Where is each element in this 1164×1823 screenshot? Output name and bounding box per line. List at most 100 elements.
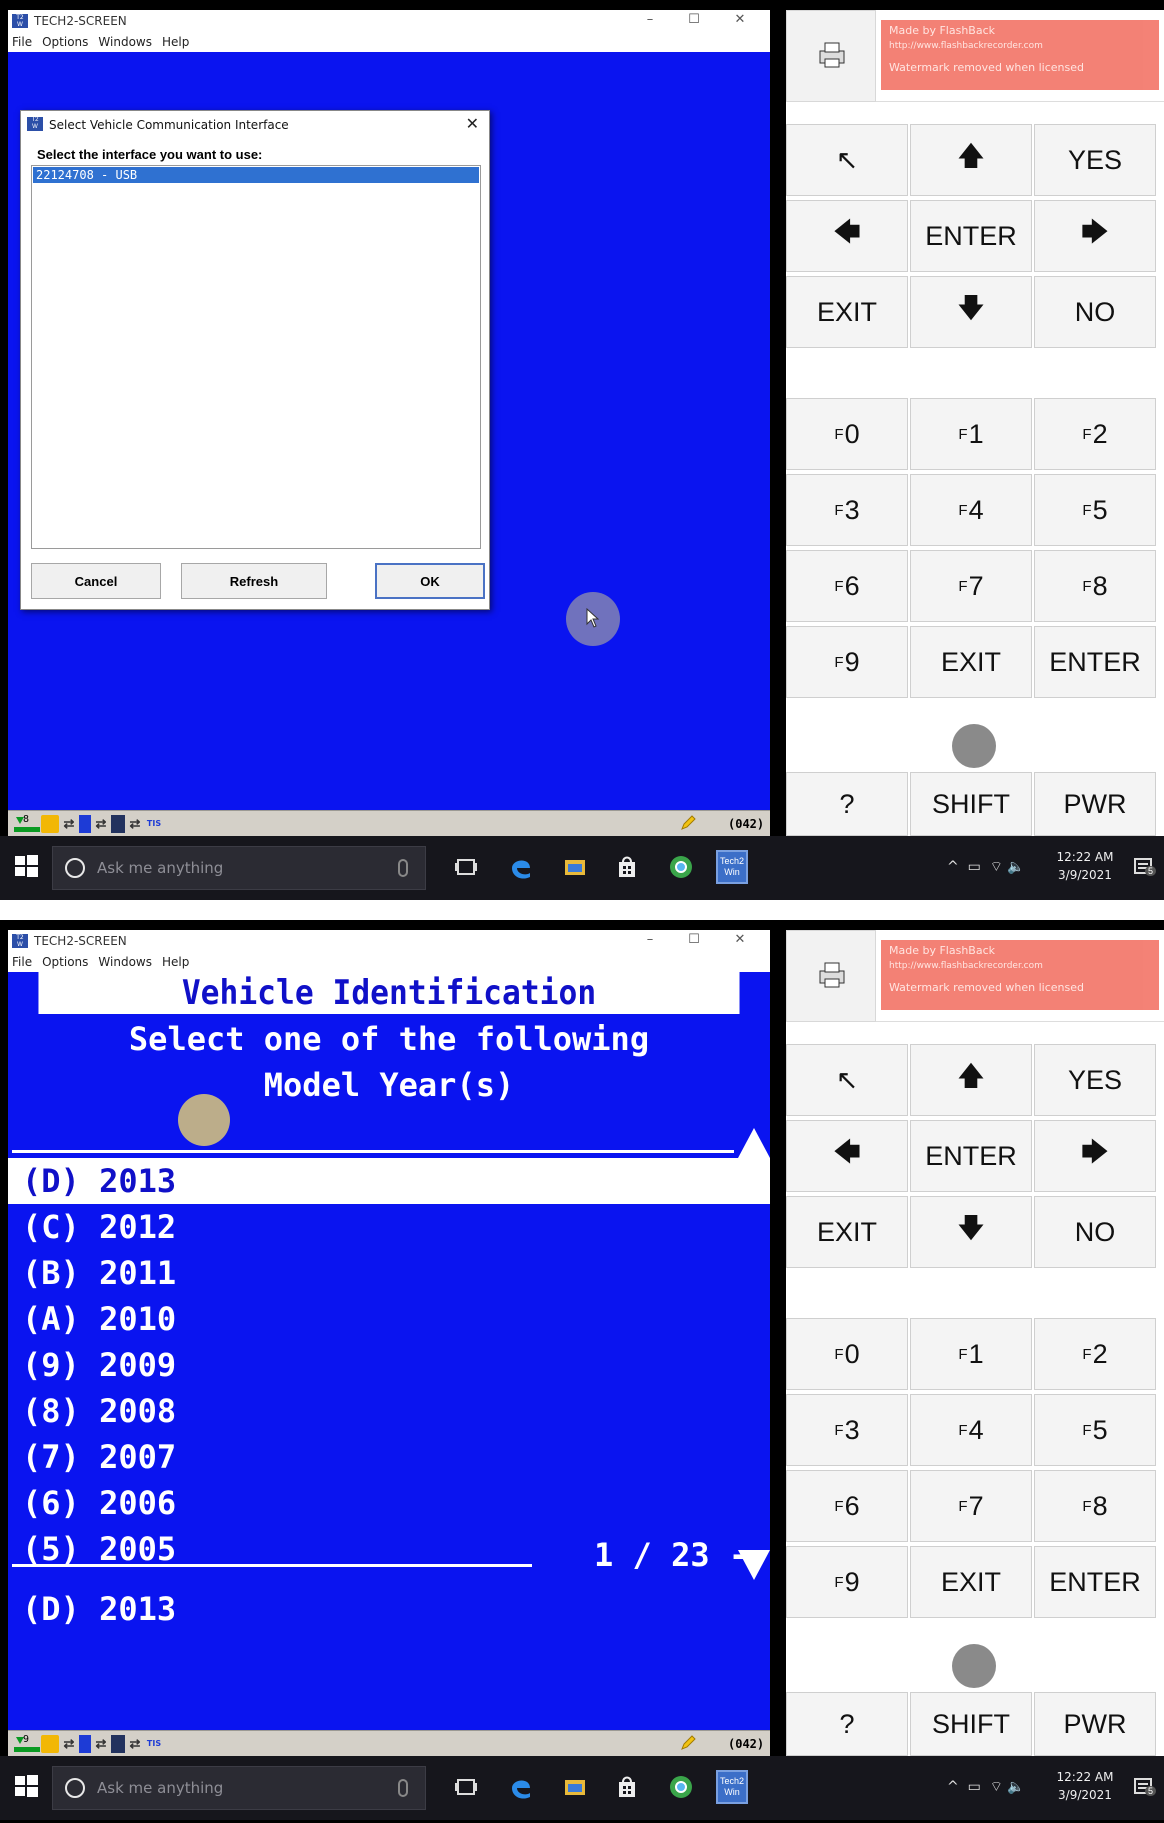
menu-options[interactable]: Options bbox=[42, 955, 88, 969]
key-right[interactable]: 🡆 bbox=[1034, 1120, 1156, 1192]
action-center-icon[interactable]: 5 bbox=[1133, 1776, 1157, 1798]
wifi-icon[interactable]: ⌔ bbox=[990, 859, 1003, 875]
edge-icon[interactable] bbox=[508, 854, 534, 880]
key-f2[interactable]: F2 bbox=[1034, 1318, 1156, 1390]
key-shift[interactable]: SHIFT bbox=[910, 1692, 1032, 1756]
key-power[interactable]: PWR bbox=[1034, 772, 1156, 836]
key-yes[interactable]: YES bbox=[1034, 1044, 1156, 1116]
menu-windows[interactable]: Windows bbox=[98, 35, 152, 49]
system-tray[interactable]: ^ ▭ ⌔ 🔈 bbox=[947, 858, 1025, 876]
model-year-option[interactable]: (9) 2009 bbox=[14, 1342, 770, 1388]
key-up[interactable]: 🡅 bbox=[910, 124, 1032, 196]
microphone-icon[interactable] bbox=[398, 1779, 408, 1797]
print-button[interactable] bbox=[786, 930, 876, 1022]
store-icon[interactable] bbox=[614, 1774, 640, 1800]
key-f2[interactable]: F2 bbox=[1034, 398, 1156, 470]
microphone-icon[interactable] bbox=[398, 859, 408, 877]
key-no[interactable]: NO bbox=[1034, 1196, 1156, 1268]
windows-start-icon[interactable] bbox=[12, 1772, 40, 1800]
print-button[interactable] bbox=[786, 10, 876, 102]
chrome-icon[interactable] bbox=[668, 1774, 694, 1800]
model-year-option[interactable]: (C) 2012 bbox=[14, 1204, 770, 1250]
window-titlebar[interactable]: T2 W TECH2-SCREEN – ☐ ✕ bbox=[8, 10, 770, 32]
key-help[interactable]: ? bbox=[786, 772, 908, 836]
key-f7[interactable]: F7 bbox=[910, 550, 1032, 622]
key-enter-nav[interactable]: ENTER bbox=[910, 1120, 1032, 1192]
menu-windows[interactable]: Windows bbox=[98, 955, 152, 969]
model-year-option[interactable]: (B) 2011 bbox=[14, 1250, 770, 1296]
key-home-arrow[interactable]: ↖ bbox=[786, 124, 908, 196]
key-down[interactable]: 🡇 bbox=[910, 1196, 1032, 1268]
key-f4[interactable]: F4 bbox=[910, 1394, 1032, 1466]
menu-file[interactable]: File bbox=[12, 955, 32, 969]
model-year-option[interactable]: (8) 2008 bbox=[14, 1388, 770, 1434]
windows-start-icon[interactable] bbox=[12, 852, 40, 880]
key-exit[interactable]: EXIT bbox=[910, 626, 1032, 698]
model-year-option[interactable]: (D) 2013 bbox=[8, 1158, 770, 1204]
key-f9[interactable]: F9 bbox=[786, 1546, 908, 1618]
file-explorer-icon[interactable] bbox=[562, 854, 588, 880]
tech2-screen[interactable]: Vehicle Identification Select one of the… bbox=[8, 972, 770, 1730]
chrome-icon[interactable] bbox=[668, 854, 694, 880]
interface-list-item[interactable]: 22124708 - USB bbox=[33, 167, 479, 183]
maximize-button[interactable]: ☐ bbox=[674, 12, 714, 30]
key-help[interactable]: ? bbox=[786, 1692, 908, 1756]
scroll-down-arrow-icon[interactable] bbox=[738, 1550, 770, 1580]
task-view-icon[interactable] bbox=[453, 1774, 479, 1800]
chevron-up-icon[interactable]: ^ bbox=[947, 1779, 959, 1795]
key-left[interactable]: 🡄 bbox=[786, 1120, 908, 1192]
minimize-button[interactable]: – bbox=[630, 932, 670, 950]
battery-icon[interactable]: ▭ bbox=[968, 859, 981, 875]
key-f3[interactable]: F3 bbox=[786, 1394, 908, 1466]
key-f0[interactable]: F0 bbox=[786, 398, 908, 470]
key-shift[interactable]: SHIFT bbox=[910, 772, 1032, 836]
key-yes[interactable]: YES bbox=[1034, 124, 1156, 196]
store-icon[interactable] bbox=[614, 854, 640, 880]
tech2win-taskbar-icon[interactable]: Tech2 Win bbox=[716, 850, 748, 884]
key-down[interactable]: 🡇 bbox=[910, 276, 1032, 348]
menu-file[interactable]: File bbox=[12, 35, 32, 49]
menu-help[interactable]: Help bbox=[162, 35, 189, 49]
key-f1[interactable]: F1 bbox=[910, 398, 1032, 470]
key-up[interactable]: 🡅 bbox=[910, 1044, 1032, 1116]
key-f6[interactable]: F6 bbox=[786, 1470, 908, 1542]
key-f8[interactable]: F8 bbox=[1034, 1470, 1156, 1542]
key-exit-nav[interactable]: EXIT bbox=[786, 276, 908, 348]
key-left[interactable]: 🡄 bbox=[786, 200, 908, 272]
dialog-titlebar[interactable]: T2 W Select Vehicle Communication Interfa… bbox=[21, 111, 489, 139]
file-explorer-icon[interactable] bbox=[562, 1774, 588, 1800]
key-enter-nav[interactable]: ENTER bbox=[910, 200, 1032, 272]
key-enter[interactable]: ENTER bbox=[1034, 1546, 1156, 1618]
ok-button[interactable]: OK bbox=[375, 563, 485, 599]
action-center-icon[interactable]: 5 bbox=[1133, 856, 1157, 878]
maximize-button[interactable]: ☐ bbox=[674, 932, 714, 950]
key-f5[interactable]: F5 bbox=[1034, 474, 1156, 546]
system-tray[interactable]: ^ ▭ ⌔ 🔈 bbox=[947, 1778, 1025, 1796]
key-f3[interactable]: F3 bbox=[786, 474, 908, 546]
dialog-close-icon[interactable]: ✕ bbox=[466, 114, 479, 134]
key-exit-nav[interactable]: EXIT bbox=[786, 1196, 908, 1268]
edge-icon[interactable] bbox=[508, 1774, 534, 1800]
key-f5[interactable]: F5 bbox=[1034, 1394, 1156, 1466]
key-f8[interactable]: F8 bbox=[1034, 550, 1156, 622]
chevron-up-icon[interactable]: ^ bbox=[947, 859, 959, 875]
taskbar-search-box[interactable]: Ask me anything bbox=[52, 846, 426, 890]
window-titlebar[interactable]: T2 W TECH2-SCREEN – ☐ ✕ bbox=[8, 930, 770, 952]
task-view-icon[interactable] bbox=[453, 854, 479, 880]
taskbar-search-box[interactable]: Ask me anything bbox=[52, 1766, 426, 1810]
model-year-option[interactable]: (6) 2006 bbox=[14, 1480, 770, 1526]
volume-icon[interactable]: 🔈 bbox=[1007, 859, 1024, 875]
refresh-button[interactable]: Refresh bbox=[181, 563, 327, 599]
wifi-icon[interactable]: ⌔ bbox=[990, 1779, 1003, 1795]
key-f9[interactable]: F9 bbox=[786, 626, 908, 698]
key-f6[interactable]: F6 bbox=[786, 550, 908, 622]
minimize-button[interactable]: – bbox=[630, 12, 670, 30]
key-right[interactable]: 🡆 bbox=[1034, 200, 1156, 272]
taskbar-clock[interactable]: 12:22 AM 3/9/2021 bbox=[1050, 1768, 1120, 1804]
key-no[interactable]: NO bbox=[1034, 276, 1156, 348]
close-button[interactable]: ✕ bbox=[720, 932, 760, 950]
menu-help[interactable]: Help bbox=[162, 955, 189, 969]
key-f1[interactable]: F1 bbox=[910, 1318, 1032, 1390]
key-f7[interactable]: F7 bbox=[910, 1470, 1032, 1542]
battery-icon[interactable]: ▭ bbox=[968, 1779, 981, 1795]
